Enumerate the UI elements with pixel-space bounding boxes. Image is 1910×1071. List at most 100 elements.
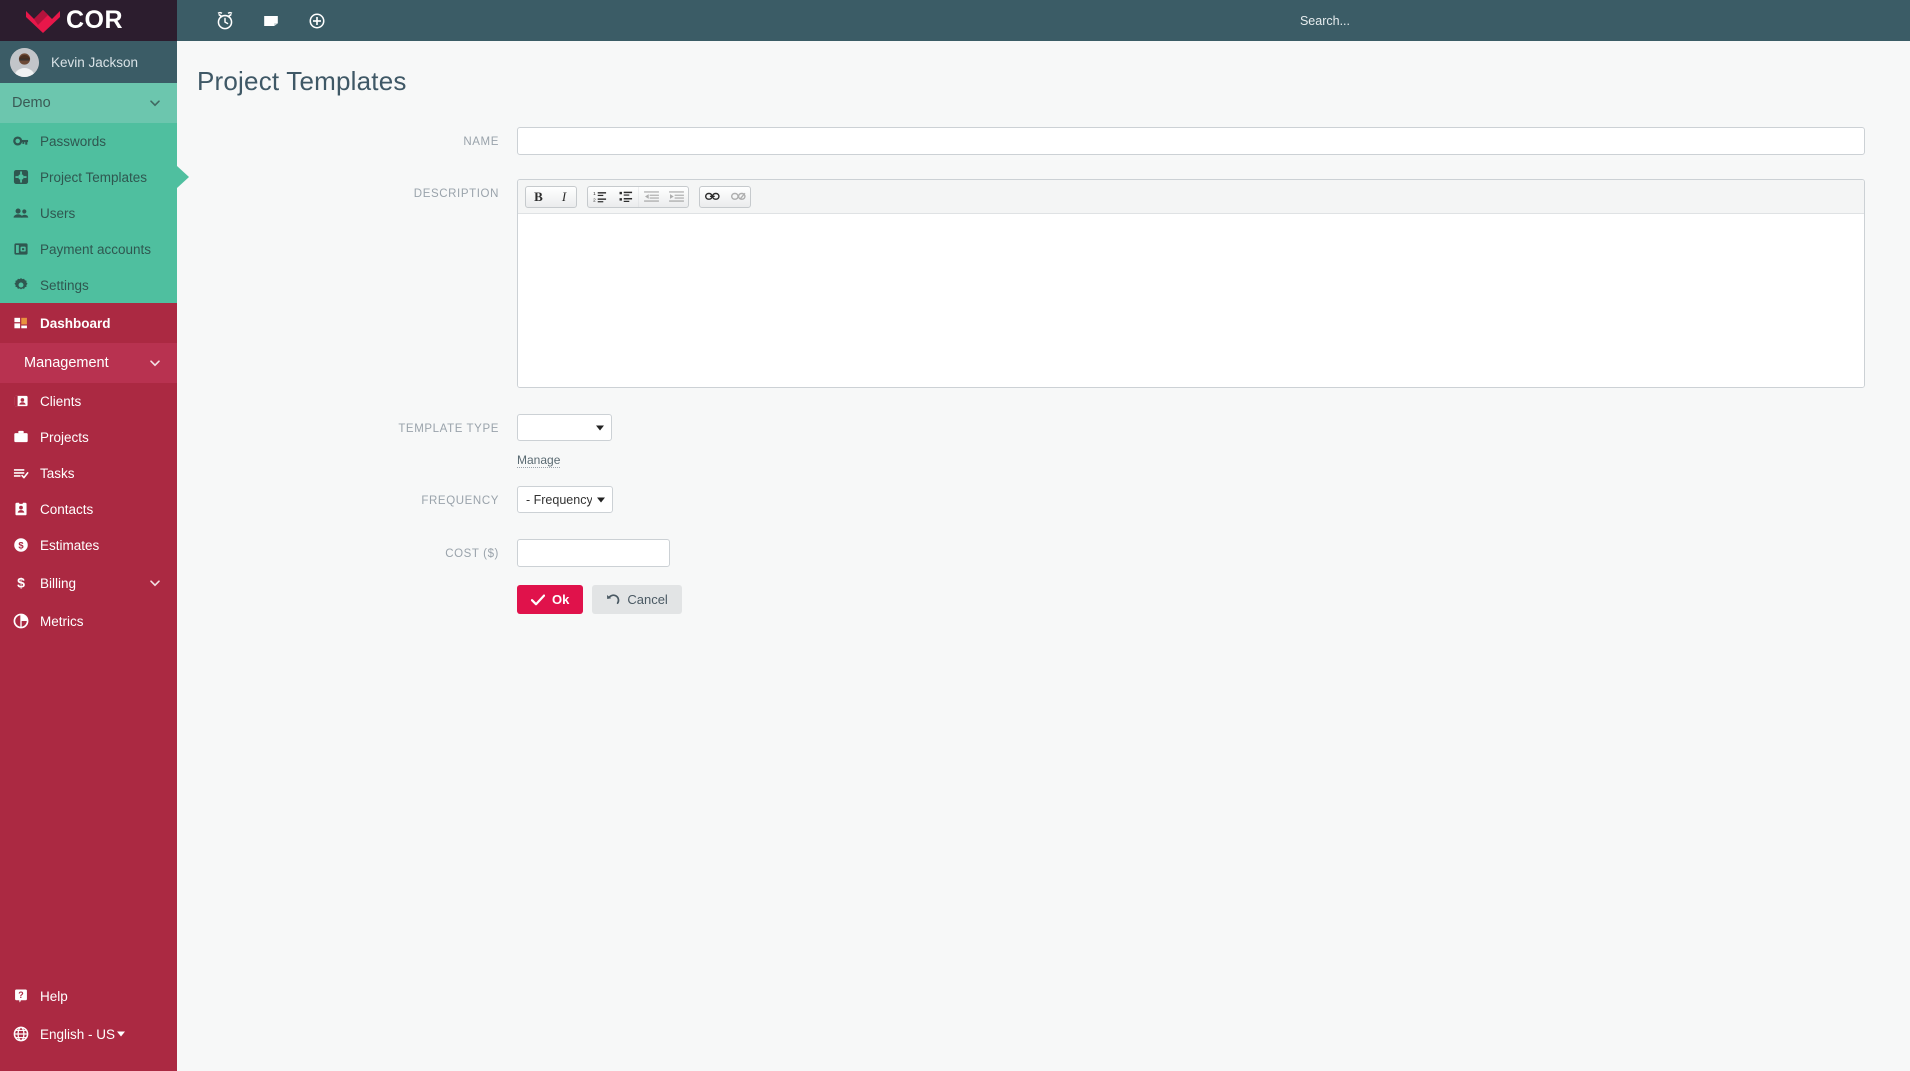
form-row-name: NAME [177, 127, 1910, 155]
sidebar-item-dashboard[interactable]: Dashboard [0, 303, 177, 343]
brand-logo[interactable]: COR [0, 0, 177, 41]
sidebar-item-clients[interactable]: Clients [0, 383, 177, 419]
sidebar-item-tasks-label: Tasks [40, 465, 75, 481]
user-profile[interactable]: Kevin Jackson [0, 41, 177, 83]
link-icon[interactable] [700, 187, 725, 207]
caret-down-icon [596, 425, 604, 430]
key-icon [12, 133, 29, 150]
editor-toolbar: B I 1 2 [518, 180, 1864, 214]
svg-text:1: 1 [593, 191, 596, 196]
sidebar-item-language-label: English - US [40, 1026, 116, 1042]
sidebar-group-demo[interactable]: Demo [0, 83, 177, 123]
svg-text:$: $ [18, 540, 24, 551]
project-template-form: NAME DESCRIPTION B I 1 2 TEMPLATE TYPE M… [177, 127, 1910, 614]
sidebar: COR Kevin Jackson Demo Passwords Project… [0, 0, 177, 1071]
svg-text:$: $ [17, 575, 25, 591]
template-type-select[interactable] [517, 414, 612, 441]
sidebar-item-users[interactable]: Users [0, 195, 177, 231]
sidebar-item-project-templates-label: Project Templates [40, 169, 148, 185]
editor-group-lists: 1 2 [587, 185, 689, 208]
sidebar-item-project-templates[interactable]: Project Templates [0, 159, 177, 195]
sidebar-item-settings[interactable]: Settings [0, 267, 177, 303]
bullet-list-icon[interactable] [613, 187, 638, 207]
name-input[interactable] [517, 127, 1865, 155]
sidebar-item-passwords[interactable]: Passwords [0, 123, 177, 159]
template-type-field-wrap: Manage [517, 414, 1910, 469]
dollar-icon: $ [12, 575, 29, 592]
content-area: Project Templates NAME DESCRIPTION B I 1… [177, 41, 1910, 1071]
sidebar-item-metrics[interactable]: Metrics [0, 603, 177, 639]
cancel-button-label: Cancel [627, 592, 668, 607]
app-root: COR Kevin Jackson Demo Passwords Project… [0, 0, 1910, 1071]
sidebar-group-management[interactable]: Management [0, 343, 177, 383]
cost-label: COST ($) [445, 548, 499, 560]
template-type-value [526, 415, 591, 440]
globe-icon [12, 1026, 29, 1043]
svg-text:?: ? [18, 990, 23, 1000]
sidebar-item-metrics-label: Metrics [40, 613, 84, 629]
sidebar-item-projects-label: Projects [40, 429, 89, 445]
outdent-icon [638, 186, 663, 207]
topbar: Search... [177, 0, 1910, 41]
file-icon[interactable] [248, 0, 294, 41]
sidebar-item-help[interactable]: ? Help [0, 977, 177, 1015]
sidebar-item-settings-label: Settings [40, 277, 89, 293]
sidebar-item-estimates[interactable]: $ Estimates [0, 527, 177, 563]
caret-down-icon [117, 1031, 125, 1037]
form-row-description: DESCRIPTION B I 1 2 [177, 179, 1910, 388]
brand-name: COR [66, 6, 124, 34]
template-type-label: TEMPLATE TYPE [398, 423, 499, 435]
briefcase-icon [12, 429, 29, 446]
user-name: Kevin Jackson [51, 54, 139, 70]
main-area: Search... Project Templates NAME DESCRIP… [177, 0, 1910, 1071]
description-textarea[interactable] [518, 214, 1864, 387]
caret-down-icon [597, 497, 605, 502]
sidebar-item-billing[interactable]: $ Billing [0, 563, 177, 603]
sidebar-item-contacts[interactable]: Contacts [0, 491, 177, 527]
sidebar-item-billing-label: Billing [40, 575, 77, 591]
sidebar-group-demo-label: Demo [12, 95, 51, 111]
sidebar-item-tasks[interactable]: Tasks [0, 455, 177, 491]
sidebar-item-estimates-label: Estimates [40, 537, 100, 553]
users-icon [12, 205, 29, 222]
numbered-list-icon[interactable]: 1 2 [588, 187, 613, 207]
form-actions: Ok Cancel [517, 585, 1865, 614]
cancel-button[interactable]: Cancel [592, 585, 682, 614]
frequency-field-wrap: - Frequency - [517, 486, 1910, 518]
sidebar-section-dashboard: Dashboard [0, 303, 177, 343]
ok-button-label: Ok [552, 592, 570, 607]
tasks-icon [12, 465, 29, 482]
frequency-select[interactable]: - Frequency - [517, 486, 613, 513]
sidebar-item-users-label: Users [40, 205, 76, 221]
cost-input[interactable] [517, 539, 670, 567]
sidebar-item-clients-label: Clients [40, 393, 82, 409]
italic-icon[interactable]: I [551, 187, 576, 207]
chevron-down-icon [149, 357, 161, 369]
undo-arrow-icon [606, 593, 620, 606]
sidebar-item-payment-accounts[interactable]: Payment accounts [0, 231, 177, 267]
search-input[interactable]: Search... [1300, 14, 1910, 28]
indent-icon [663, 187, 688, 207]
chevron-down-icon [149, 577, 161, 589]
frequency-label: FREQUENCY [421, 495, 499, 507]
cost-field-wrap: Ok Cancel [517, 539, 1910, 614]
sidebar-item-projects[interactable]: Projects [0, 419, 177, 455]
sidebar-group-management-label: Management [24, 355, 109, 371]
alarm-clock-icon[interactable] [202, 0, 248, 41]
sidebar-item-help-label: Help [40, 988, 68, 1004]
plus-circle-icon[interactable] [294, 0, 340, 41]
chevron-down-icon [149, 97, 161, 109]
unlink-icon [725, 187, 750, 207]
sidebar-section-management: Clients Projects Tasks Contacts $ Estima… [0, 383, 177, 639]
name-label: NAME [463, 136, 499, 148]
clients-icon [12, 393, 29, 410]
sidebar-item-language[interactable]: English - US [0, 1015, 177, 1053]
bold-icon[interactable]: B [526, 187, 551, 207]
pie-chart-icon [12, 613, 29, 630]
editor-group-links [699, 185, 751, 208]
description-label: DESCRIPTION [413, 188, 499, 200]
sidebar-item-contacts-label: Contacts [40, 501, 94, 517]
ok-button[interactable]: Ok [517, 585, 584, 614]
manage-template-types-link[interactable]: Manage [517, 453, 561, 468]
